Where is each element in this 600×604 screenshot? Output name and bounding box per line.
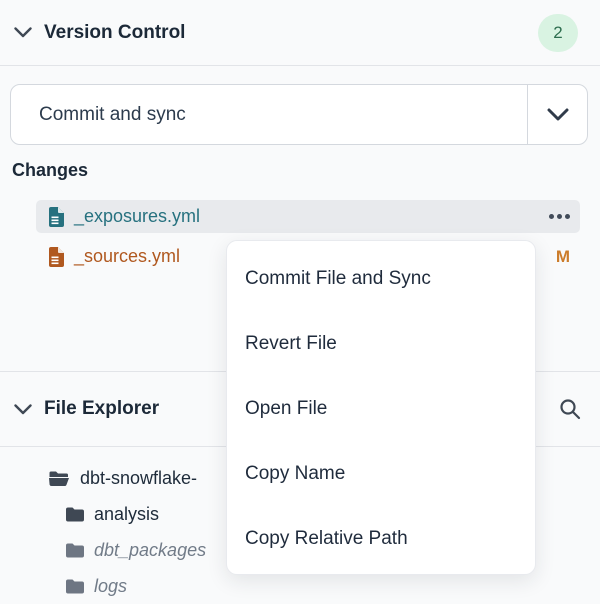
file-explorer-title: File Explorer — [44, 398, 159, 420]
header-divider — [0, 65, 600, 66]
menu-item-commit-file-and-sync[interactable]: Commit File and Sync — [227, 246, 535, 311]
modified-status-badge: M — [556, 247, 570, 267]
folder-icon — [66, 579, 84, 594]
file-context-menu: Commit File and Sync Revert File Open Fi… — [226, 240, 536, 575]
menu-item-copy-relative-path[interactable]: Copy Relative Path — [227, 506, 535, 571]
tree-item-label: dbt_packages — [94, 540, 206, 561]
changes-section-label: Changes — [12, 160, 88, 181]
chevron-down-icon[interactable] — [14, 27, 32, 38]
changed-file-row-exposures[interactable]: _exposures.yml — [36, 200, 580, 233]
search-icon[interactable] — [558, 397, 582, 421]
dropdown-chevron-icon[interactable] — [527, 85, 587, 144]
changes-count-badge: 2 — [538, 14, 578, 52]
yml-file-icon — [48, 207, 64, 227]
menu-item-open-file[interactable]: Open File — [227, 376, 535, 441]
commit-action-dropdown[interactable]: Commit and sync — [10, 84, 588, 145]
tree-item-label: analysis — [94, 504, 159, 525]
changed-file-name: _sources.yml — [74, 246, 180, 267]
version-control-header[interactable]: Version Control 2 — [0, 0, 600, 65]
folder-icon — [66, 507, 84, 522]
yml-file-icon — [48, 247, 64, 267]
tree-item-label: logs — [94, 576, 127, 597]
changed-file-name: _exposures.yml — [74, 206, 200, 227]
folder-open-icon — [48, 470, 70, 487]
menu-item-revert-file[interactable]: Revert File — [227, 311, 535, 376]
file-options-ellipsis-icon[interactable] — [549, 214, 570, 219]
menu-item-copy-name[interactable]: Copy Name — [227, 441, 535, 506]
commit-action-label: Commit and sync — [11, 85, 527, 144]
folder-icon — [66, 543, 84, 558]
tree-item-label: dbt-snowflake- — [80, 468, 197, 489]
version-control-title: Version Control — [44, 22, 185, 44]
chevron-down-icon[interactable] — [14, 404, 32, 415]
